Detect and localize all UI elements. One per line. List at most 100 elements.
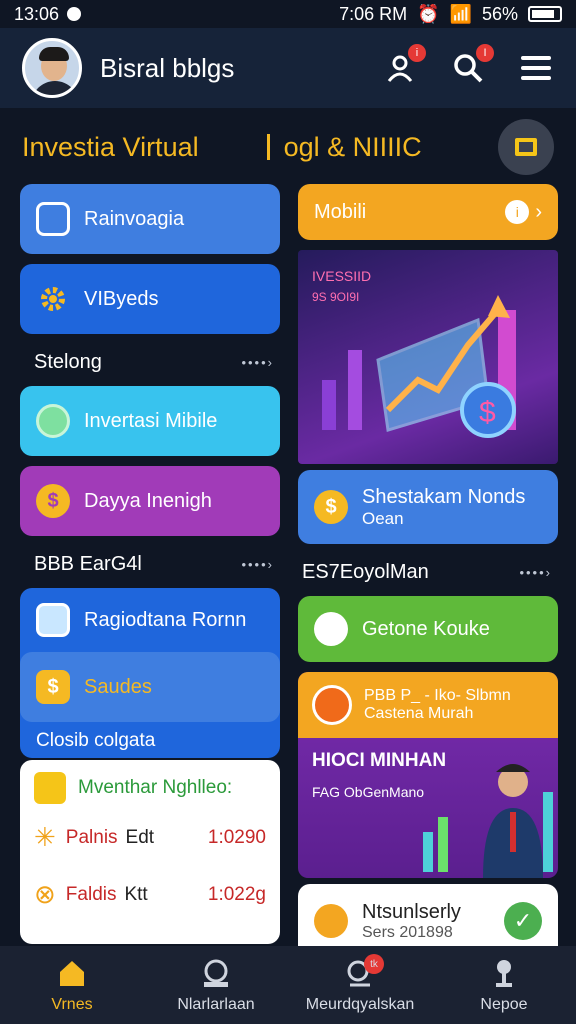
battery-text: 56% xyxy=(481,3,518,24)
dollar-coin-icon: $ xyxy=(314,490,348,524)
tile-label: Shestakam Nonds xyxy=(362,485,526,508)
menu-button[interactable] xyxy=(518,50,554,86)
home-icon xyxy=(55,956,89,990)
nav-label: Nlarlarlaan xyxy=(177,996,255,1013)
subhead-earg: BBB EarG4l ••••› xyxy=(34,546,274,582)
tile-label: VIByeds xyxy=(84,287,159,310)
tile-mobili[interactable]: Mobili i › xyxy=(298,184,558,240)
nav-badge: tk xyxy=(364,954,384,974)
row-label: Faldis xyxy=(65,883,117,905)
row-value: 1:0290 xyxy=(207,826,266,848)
wifi-icon: 📶 xyxy=(449,3,472,24)
nav-messages[interactable]: tk Meurdqyalskan xyxy=(288,946,432,1024)
nav-home[interactable]: Vrnes xyxy=(0,946,144,1024)
nav-label: Nepoe xyxy=(480,996,528,1013)
tile-sub: Oean xyxy=(362,508,404,528)
info-icon: i xyxy=(505,200,530,224)
globe-icon xyxy=(36,404,70,438)
more-link[interactable]: ••••› xyxy=(241,355,274,370)
tile-shestakam[interactable]: $ Shestakam Nonds Oean xyxy=(298,470,558,544)
nav-label: Vrnes xyxy=(51,996,93,1013)
frame-icon xyxy=(36,202,70,236)
tile-dayya[interactable]: $ Dayya Inenigh xyxy=(20,466,280,536)
more-link[interactable]: ••••› xyxy=(241,557,274,572)
bottom-nav: Vrnes Nlarlarlaan tk Meurdqyalskan Nepoe xyxy=(0,946,576,1024)
card-title: Mventhar Nghlleo: xyxy=(78,777,233,798)
status-time: 13:06 xyxy=(14,3,60,24)
investment-panel: Ragiodtana Rornn $ Saudes Closib colgata xyxy=(20,588,280,758)
nav-market[interactable]: Nlarlarlaan xyxy=(144,946,288,1024)
row-sub: Edt xyxy=(125,826,155,848)
row-label: Palnis xyxy=(65,826,118,848)
dollar-coin-icon: $ xyxy=(36,484,70,518)
tile-getone[interactable]: Getone Kouke xyxy=(298,596,558,662)
subhead-label: ES7EoyolMan xyxy=(302,560,429,583)
summary-row[interactable]: ✳ Palnis Edt 1:0290 xyxy=(34,822,266,853)
status-app-icon xyxy=(67,7,82,21)
check-icon: ✓ xyxy=(504,902,542,940)
tile-label: Ragiodtana Rornn xyxy=(84,608,247,631)
panel-footer: Closib colgata xyxy=(36,730,156,751)
left-column: Rainvoagia VIByeds Stelong ••••› Inverta… xyxy=(20,184,280,944)
tile-ragiodtana[interactable]: Ragiodtana Rornn xyxy=(20,588,280,652)
tile-label: Saudes xyxy=(84,675,152,698)
gear-icon xyxy=(36,282,70,316)
app-header: Bisral bblgs i I xyxy=(0,28,576,108)
businessman-illustration xyxy=(423,764,553,878)
section-title-right: ogl & NIIIIC xyxy=(283,131,422,162)
tile-saudes[interactable]: $ Saudes xyxy=(20,652,280,722)
compass-icon xyxy=(314,904,348,938)
chart-icon xyxy=(199,956,233,990)
tile-sub: Sers 201898 xyxy=(362,923,453,941)
calculator-icon xyxy=(36,603,70,637)
battery-icon xyxy=(528,6,562,22)
sparkle-icon: ✳ xyxy=(34,822,56,852)
nav-profile[interactable]: Nepoe xyxy=(432,946,576,1024)
tile-label: Dayya Inenigh xyxy=(84,489,212,512)
summary-card: Mventhar Nghlleo: ✳ Palnis Edt 1:0290 ⊗ … xyxy=(20,760,280,944)
banner-image[interactable]: IVESSIID 9S 9OI9I $ xyxy=(298,250,558,464)
promo-card[interactable]: PBB P_ - Iko- Slbmn Castena Murah HIOCI … xyxy=(298,672,558,878)
alarm-icon: ⏰ xyxy=(417,3,440,24)
more-link[interactable]: ••••› xyxy=(519,565,552,580)
tile-label: Mobili xyxy=(314,200,367,223)
subhead-stelong: Stelong ••••› xyxy=(34,344,274,380)
tile-label: Getone Kouke xyxy=(362,617,490,640)
svg-text:$: $ xyxy=(479,396,496,429)
subhead-label: Stelong xyxy=(34,350,102,373)
username: Bisral bblgs xyxy=(100,52,235,83)
section-title-left: Investia Virtual xyxy=(22,131,199,162)
tile-label: Invertasi Mibile xyxy=(84,409,218,432)
right-column: Mobili i › IVESSIID 9S 9OI9I $ $ Shestak… xyxy=(298,184,558,968)
wallet-button[interactable] xyxy=(498,119,554,175)
summary-row[interactable]: ⊗ Faldis Ktt 1:022g xyxy=(34,879,266,910)
avatar[interactable] xyxy=(22,38,82,98)
tile-vibyeds[interactable]: VIByeds xyxy=(20,264,280,334)
chevron-right-icon: › xyxy=(535,200,542,223)
clock-icon: ⊗ xyxy=(34,879,56,909)
user-notification-button[interactable]: i xyxy=(382,44,426,86)
wallet-icon xyxy=(515,138,537,156)
tile-rainvoagia[interactable]: Rainvoagia xyxy=(20,184,280,254)
nav-label: Meurdqyalskan xyxy=(305,996,415,1013)
title-divider xyxy=(266,134,270,160)
document-icon xyxy=(34,772,66,804)
tile-invertasi[interactable]: Invertasi Mibile xyxy=(20,386,280,456)
notification-badge: i xyxy=(408,44,426,62)
search-button[interactable]: I xyxy=(450,44,494,86)
row-value: 1:022g xyxy=(207,883,266,905)
hamburger-icon xyxy=(521,56,551,80)
subhead-es7: ES7EoyolMan ••••› xyxy=(302,554,552,590)
tile-label: Rainvoagia xyxy=(84,207,185,230)
status-time-right: 7:06 RM xyxy=(339,3,408,24)
dollar-icon: $ xyxy=(36,670,70,704)
tree-icon xyxy=(487,956,521,990)
search-badge: I xyxy=(476,44,494,62)
tile-label: Ntsunlserly xyxy=(362,900,461,923)
section-titles: Investia Virtual ogl & NIIIIC xyxy=(0,119,576,175)
row-sub: Ktt xyxy=(124,883,148,905)
growth-chart-icon: $ xyxy=(322,295,516,438)
person-icon xyxy=(314,612,348,646)
status-bar: 13:06 7:06 RM ⏰ 📶 56% xyxy=(0,0,576,28)
subhead-label: BBB EarG4l xyxy=(34,552,142,575)
